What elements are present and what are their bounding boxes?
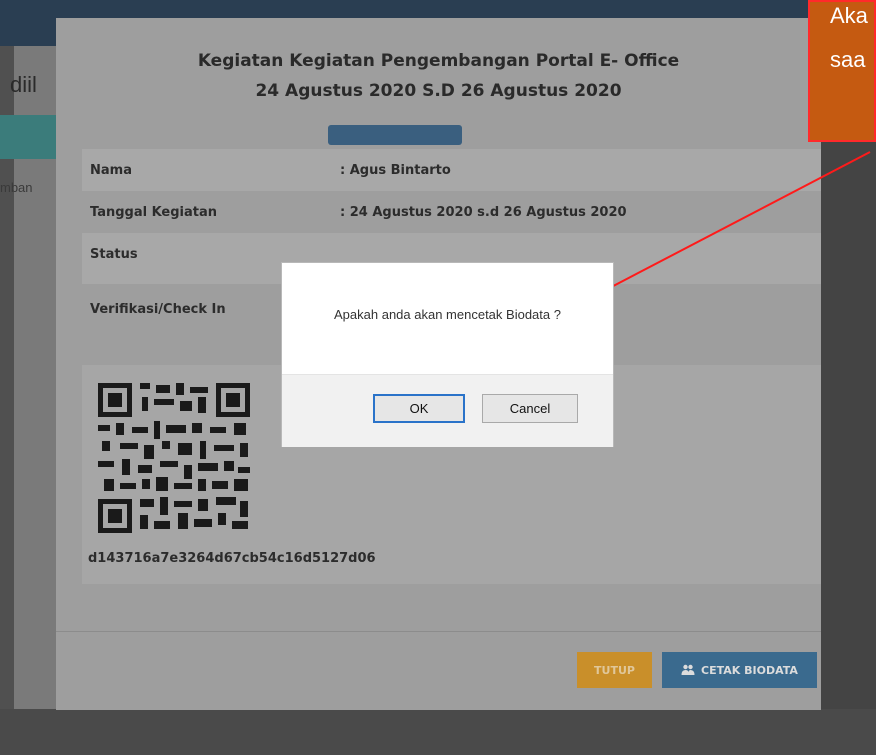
status-badge [328, 125, 462, 145]
info-value-tanggal: : 24 Agustus 2020 s.d 26 Agustus 2020 [340, 205, 627, 220]
users-icon [681, 664, 695, 676]
annotation-line-2: saa [830, 47, 866, 72]
screen: diil mban Kegiatan Kegiatan Pengembangan… [0, 0, 876, 755]
page-heading-fragment: diil [10, 72, 37, 97]
ok-button[interactable]: OK [373, 394, 465, 423]
tutup-button[interactable]: TUTUP [577, 652, 652, 688]
page-tab-bar [0, 115, 60, 159]
qr-code-image [98, 383, 250, 533]
cancel-button[interactable]: Cancel [482, 394, 578, 423]
modal-title-event: Kegiatan Kegiatan Pengembangan Portal E-… [197, 51, 680, 71]
cetak-biodata-button[interactable]: CETAK BIODATA [662, 652, 817, 688]
confirm-message: Apakah anda akan mencetak Biodata ? [334, 307, 561, 322]
cetak-biodata-label: CETAK BIODATA [701, 663, 798, 677]
annotation-line-1: Aka [830, 3, 868, 28]
modal-footer-divider [56, 631, 821, 632]
page-text-fragment: mban [0, 180, 33, 195]
info-label-status: Status [90, 247, 138, 262]
info-label-tanggal: Tanggal Kegiatan [90, 205, 218, 220]
confirm-dialog: Apakah anda akan mencetak Biodata ? OK C… [281, 262, 614, 447]
info-label-nama: Nama [90, 163, 132, 178]
modal-title: Kegiatan Kegiatan Pengembangan Portal E-… [56, 46, 821, 106]
modal-title-dates: 24 Agustus 2020 S.D 26 Agustus 2020 [255, 81, 622, 101]
verification-hash: d143716a7e3264d67cb54c16d5127d06 [88, 551, 376, 566]
annotation-callout: Aka saa [808, 0, 876, 142]
info-row-nama: Nama : Agus Bintarto [82, 149, 821, 191]
info-row-tanggal: Tanggal Kegiatan : 24 Agustus 2020 s.d 2… [82, 191, 821, 233]
page-bottom-edge [0, 709, 876, 755]
annotation-text: Aka saa [830, 2, 868, 82]
info-label-verifikasi: Verifikasi/Check In [90, 302, 226, 317]
info-value-nama: : Agus Bintarto [340, 163, 451, 178]
confirm-dialog-footer: OK Cancel [282, 374, 613, 447]
